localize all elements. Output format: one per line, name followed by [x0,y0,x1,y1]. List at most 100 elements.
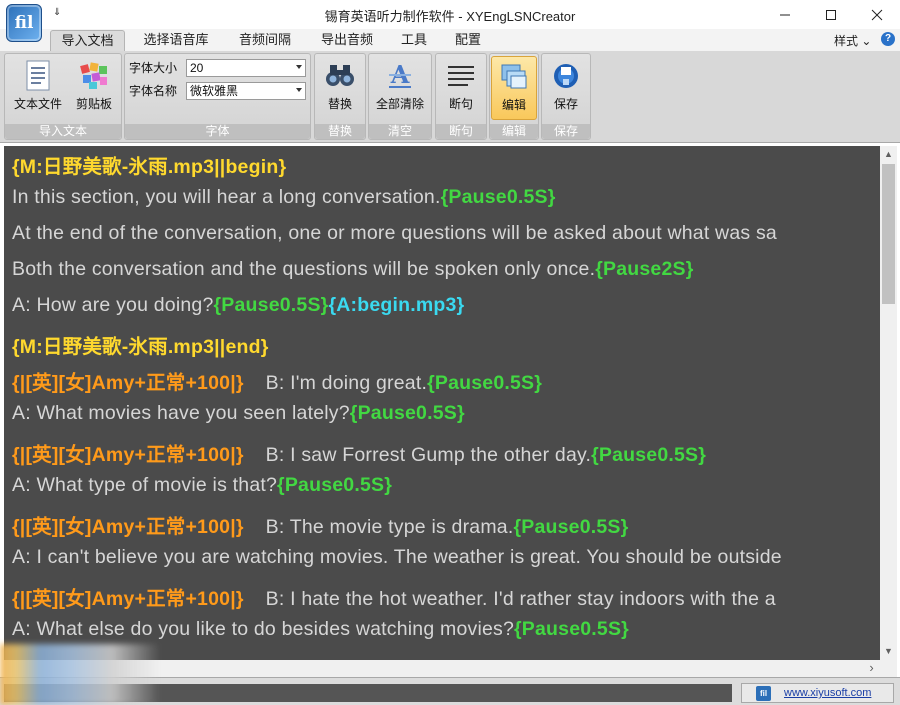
scroll-down-icon[interactable]: ▼ [880,643,897,660]
scroll-up-icon[interactable]: ▲ [880,146,897,163]
group-label-break: 断句 [436,124,486,139]
vertical-scrollbar[interactable]: ▲ ▼ [880,146,897,660]
scroll-right-icon[interactable]: › [863,660,880,677]
font-size-label: 字体大小 [129,61,178,75]
script-line[interactable]: Both the conversation and the questions … [12,258,694,281]
script-line[interactable]: {|[英][女]Amy+正常+100|} B: I saw Forrest Gum… [12,438,706,467]
line-text: B: I saw Forrest Gump the other day. [265,444,592,466]
clear-all-button[interactable]: A 全部清除 [371,56,429,120]
script-line[interactable]: A: What movies have you seen lately?{Pau… [12,402,465,425]
markup-tag: {Pause0.5S} [514,618,629,640]
ribbon-tab-bar: 导入文档 选择语音库 音频间隔 导出音频 工具 配置 样式 ⌄ ? [0,29,900,51]
markup-tag: {Pause0.5S} [440,186,556,208]
website-link-text[interactable]: www.xiyusoft.com [784,687,871,699]
markup-tag: {|[英][女]Amy+正常+100|} [12,444,244,466]
group-import-text: 文本文件 剪贴板 导入文本 [4,53,122,140]
script-editor[interactable]: {M:日野美歌-氷雨.mp3||begin} In this section, y… [4,146,880,660]
maximize-button[interactable] [808,0,854,29]
line-text: B: I'm doing great. [265,372,428,394]
close-button[interactable] [854,0,900,29]
disk-icon [549,59,583,93]
help-icon[interactable]: ? [881,32,895,46]
markup-tag: {Pause0.5S} [513,516,629,538]
app-small-icon: fil [756,686,771,701]
close-icon [871,9,883,20]
group-label-save: 保存 [542,124,590,139]
lines-icon [444,59,478,93]
script-line[interactable]: {|[英][女]Amy+正常+100|} B: I'm doing great.{… [12,366,542,395]
save-label: 保存 [553,97,578,111]
eraser-a-icon: A [383,59,417,93]
script-line[interactable]: A: What else do you like to do besides w… [12,618,629,641]
tab-settings[interactable]: 配置 [446,30,490,51]
clipboard-label: 剪贴板 [75,97,112,111]
group-label-edit: 编辑 [490,124,538,139]
group-label-import: 导入文本 [5,124,121,139]
tab-import-document[interactable]: 导入文档 [50,30,125,51]
tab-tools[interactable]: 工具 [394,30,434,51]
script-line[interactable]: {|[英][女]Amy+正常+100|} B: The movie type is… [12,510,628,539]
style-menu[interactable]: 样式 ⌄ [834,32,871,49]
line-text: A: What else do you like to do besides w… [12,618,515,640]
chevron-down-icon: ⌄ [861,34,872,48]
markup-tag: {Pause2S} [595,258,694,280]
clipboard-button[interactable]: 剪贴板 [69,56,119,120]
minimize-icon [780,14,790,15]
edit-button[interactable]: 编辑 [491,56,537,120]
app-logo-icon[interactable]: fil [6,4,42,42]
font-size-combo[interactable]: 20 [186,59,306,77]
script-line[interactable]: {|[英][女]Amy+正常+100|} B: I hate the hot we… [12,582,776,611]
group-save: 保存 保存 [541,53,591,140]
chevron-down-icon [296,65,302,69]
chevron-down-icon [296,88,302,92]
minimize-button[interactable] [762,0,808,29]
app-logo-text: fil [14,13,34,33]
markup-tag: {Pause0.5S} [591,444,707,466]
markup-tag: {|[英][女]Amy+正常+100|} [12,516,244,538]
sentence-break-button[interactable]: 断句 [438,56,484,120]
font-name-combo[interactable]: 微软雅黑 [186,82,306,100]
binoculars-icon [323,59,357,93]
markup-tag: {Pause0.5S} [349,402,465,424]
line-text: In this section, you will hear a long co… [12,186,441,208]
markup-tag: {Pause0.5S} [427,372,543,394]
group-label-replace: 替换 [315,124,365,139]
font-name-label: 字体名称 [129,84,178,98]
line-text: B: I hate the hot weather. I'd rather st… [265,588,776,610]
line-text: Both the conversation and the questions … [12,258,596,280]
font-size-value: 20 [190,61,204,75]
style-label: 样式 [834,34,859,48]
replace-button[interactable]: 替换 [317,56,363,120]
markup-tag: {|[英][女]Amy+正常+100|} [12,372,244,394]
text-file-label: 文本文件 [13,97,62,111]
folders-icon [497,60,531,94]
markup-tag: {M:日野美歌-氷雨.mp3||begin} [12,156,287,178]
group-font: 字体大小 20 字体名称 微软雅黑 字体 [124,53,311,140]
script-line[interactable]: At the end of the conversation, one or m… [12,222,777,245]
tab-export-audio[interactable]: 导出音频 [312,30,382,51]
palette-icon [77,59,111,93]
group-label-font: 字体 [125,124,310,139]
script-line[interactable]: A: I can't believe you are watching movi… [12,546,782,569]
script-line[interactable]: A: How are you doing?{Pause0.5S}{A:begin… [12,294,464,317]
group-clear: A 全部清除 清空 [368,53,432,140]
line-text: A: How are you doing? [12,294,214,316]
title-bar: fil ⇓ 锡育英语听力制作软件 - XYEngLSNCreator [0,0,900,42]
edit-label: 编辑 [501,98,526,112]
text-file-button[interactable]: 文本文件 [8,56,68,120]
script-line[interactable]: {M:日野美歌-氷雨.mp3||end} [12,330,269,359]
tab-voice-library[interactable]: 选择语音库 [136,30,216,51]
group-label-clear: 清空 [369,124,431,139]
script-line[interactable]: In this section, you will hear a long co… [12,186,556,209]
script-line[interactable]: {M:日野美歌-氷雨.mp3||begin} [12,150,286,179]
website-link[interactable]: fil www.xiyusoft.com [741,683,894,703]
blurred-taskbar-region [0,644,160,705]
script-line[interactable]: A: What type of movie is that?{Pause0.5S… [12,474,392,497]
ribbon-panel: 文本文件 剪贴板 导入文本 字体大小 20 字体名称 微软雅黑 字体 替换 替换 [0,51,900,143]
document-icon [21,59,55,93]
tab-audio-interval[interactable]: 音频间隔 [230,30,300,51]
maximize-icon [826,9,836,20]
vertical-scroll-thumb[interactable] [882,164,895,304]
markup-tag: {Pause0.5S} [213,294,329,316]
save-button[interactable]: 保存 [544,56,588,120]
